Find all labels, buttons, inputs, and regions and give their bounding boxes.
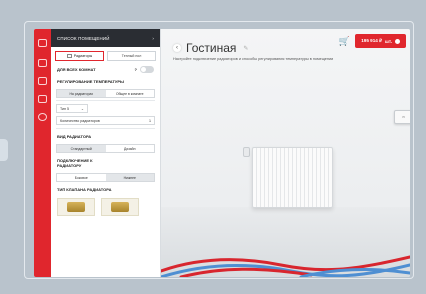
panel-header: Список помещений › — [51, 29, 160, 47]
close-icon[interactable] — [395, 38, 400, 44]
radiator-view-row: Вид радиатора — [57, 134, 92, 139]
floor-heating-pipes — [161, 255, 410, 277]
room-subtitle: Настройте подключение радиаторов и спосо… — [173, 57, 334, 61]
radiator-count-select[interactable]: Количество радиаторов 1 — [56, 116, 155, 125]
settings-panel: Список помещений › Радиаторы Теплый пол … — [51, 29, 161, 277]
view-segment: Стандартный Дизайн — [56, 144, 155, 153]
app-window: Список помещений › Радиаторы Теплый пол … — [34, 29, 410, 277]
connection-option-side[interactable]: Боковое — [57, 174, 106, 181]
type-select[interactable]: Тип 5 ⌄ — [56, 104, 88, 113]
divider — [56, 100, 155, 101]
radiator[interactable] — [252, 147, 333, 208]
price-suffix: шт. — [385, 38, 392, 44]
connection-segment: Боковое Нижнее — [56, 173, 155, 182]
room-list-title[interactable]: Список помещений — [57, 36, 110, 41]
price-button[interactable]: 195 914 ₽ шт. — [355, 34, 406, 48]
price-value: 195 914 ₽ — [361, 38, 383, 43]
radiator-icon — [66, 54, 72, 58]
connection-row: Подключение к радиатору — [57, 158, 93, 168]
tab-radiators[interactable]: Радиаторы — [55, 51, 104, 61]
regulation-segment: На радиаторах Общее в комнате — [56, 89, 155, 98]
room-title: Гостиная — [186, 41, 237, 55]
valve-thumbnails — [51, 195, 160, 219]
chevron-right-icon[interactable]: › — [152, 36, 154, 41]
room-title-bar: ‹ Гостиная ✎ — [173, 41, 248, 55]
back-icon[interactable]: ‹ — [173, 44, 181, 52]
room-view: ‹ Гостиная ✎ Настройте подключение радиа… — [161, 29, 410, 277]
view-option-standard[interactable]: Стандартный — [57, 145, 106, 152]
cart-icon[interactable]: 🛒 — [337, 35, 351, 47]
chevron-down-icon: ⌄ — [80, 106, 84, 111]
regulation-option-radiators[interactable]: На радиаторах — [57, 90, 106, 97]
valve-image — [111, 202, 129, 212]
list-icon[interactable] — [38, 95, 47, 103]
left-scroll-handle[interactable] — [0, 139, 8, 161]
thermostat[interactable]: ▭ — [394, 110, 410, 124]
heating-tabs: Радиаторы Теплый пол — [51, 47, 160, 63]
connection-option-bottom[interactable]: Нижнее — [105, 174, 154, 181]
view-option-design[interactable]: Дизайн — [106, 145, 155, 152]
regulation-row: Регулирование температуры — [57, 79, 124, 84]
for-all-rooms-row: Для всех комнат ? — [51, 63, 160, 76]
valve-image — [67, 202, 85, 212]
help-icon[interactable]: ? — [135, 67, 137, 72]
tab-floor-heating[interactable]: Теплый пол — [107, 51, 156, 61]
valve-type-row: Тип клапана радиатора — [57, 187, 112, 192]
valve-option-2[interactable] — [101, 198, 139, 216]
document-icon[interactable] — [38, 77, 47, 85]
for-all-rooms-toggle[interactable] — [140, 66, 154, 73]
regulation-option-room[interactable]: Общее в комнате — [106, 90, 155, 97]
left-rail — [34, 29, 51, 277]
radiator-valve[interactable] — [243, 147, 250, 157]
info-icon[interactable] — [38, 113, 47, 121]
edit-icon[interactable]: ✎ — [243, 45, 248, 52]
hamburger-icon[interactable] — [38, 39, 47, 47]
valve-option-1[interactable] — [57, 198, 95, 216]
calculator-icon[interactable] — [38, 59, 47, 67]
divider — [56, 128, 155, 129]
cart-area: 🛒 195 914 ₽ шт. — [337, 34, 406, 48]
